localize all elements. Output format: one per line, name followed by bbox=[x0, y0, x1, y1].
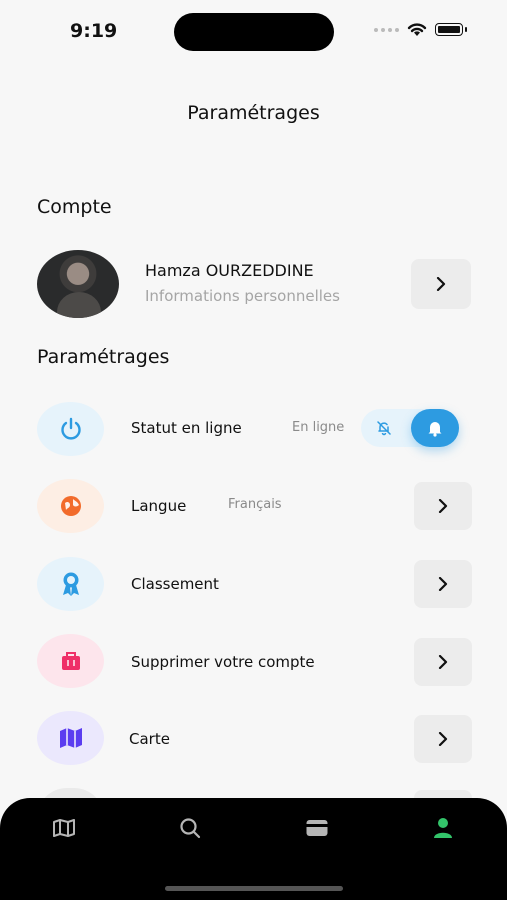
row-value-language: Français bbox=[228, 497, 282, 512]
delete-account-open-button[interactable] bbox=[414, 638, 472, 686]
map-open-button[interactable] bbox=[414, 715, 472, 763]
tab-search[interactable] bbox=[175, 816, 205, 840]
row-label-ranking: Classement bbox=[131, 575, 219, 593]
language-open-button[interactable] bbox=[414, 482, 472, 530]
row-label-language: Langue bbox=[131, 497, 187, 515]
chevron-right-icon bbox=[438, 655, 448, 669]
status-time: 9:19 bbox=[70, 20, 118, 42]
chevron-right-icon bbox=[438, 499, 448, 513]
bell-icon bbox=[428, 422, 442, 437]
row-icon-ranking bbox=[37, 557, 104, 611]
bell-off-icon bbox=[377, 421, 391, 436]
row-icon-delete-account bbox=[37, 634, 104, 688]
wallet-icon bbox=[306, 820, 328, 836]
tab-profile[interactable] bbox=[428, 816, 458, 840]
section-title-settings: Paramétrages bbox=[37, 346, 170, 368]
online-status-toggle[interactable] bbox=[361, 409, 459, 447]
signal-icon bbox=[374, 27, 399, 32]
avatar[interactable] bbox=[37, 250, 119, 318]
row-label-delete-account: Supprimer votre compte bbox=[131, 653, 315, 671]
ranking-open-button[interactable] bbox=[414, 560, 472, 608]
profile-subtitle: Informations personnelles bbox=[145, 287, 340, 305]
status-icons bbox=[374, 22, 467, 37]
user-icon bbox=[434, 818, 452, 838]
chevron-right-icon bbox=[438, 577, 448, 591]
page-title: Paramétrages bbox=[187, 102, 320, 124]
section-title-account: Compte bbox=[37, 196, 112, 218]
tab-map[interactable] bbox=[49, 816, 79, 840]
profile-name: Hamza OURZEDDINE bbox=[145, 261, 314, 280]
map-icon bbox=[59, 728, 82, 748]
tab-wallet[interactable] bbox=[302, 816, 332, 840]
bottom-tab-bar bbox=[0, 798, 507, 900]
row-icon-map bbox=[37, 711, 104, 765]
map-icon bbox=[53, 819, 75, 837]
battery-icon bbox=[435, 23, 463, 36]
wifi-icon bbox=[407, 23, 427, 36]
trash-icon bbox=[61, 652, 80, 670]
globe-icon bbox=[60, 496, 81, 516]
award-icon bbox=[62, 572, 79, 596]
status-bar: 9:19 bbox=[0, 0, 507, 60]
profile-open-button[interactable] bbox=[411, 259, 471, 309]
chevron-right-icon bbox=[438, 732, 448, 746]
row-value-online-status: En ligne bbox=[292, 420, 345, 435]
row-label-online-status: Statut en ligne bbox=[131, 419, 242, 437]
search-icon bbox=[180, 818, 201, 839]
row-icon-language bbox=[37, 479, 104, 533]
power-icon bbox=[60, 417, 81, 440]
toggle-knob[interactable] bbox=[411, 409, 459, 447]
row-icon-online-status bbox=[37, 402, 104, 456]
home-indicator bbox=[165, 886, 343, 891]
chevron-right-icon bbox=[436, 277, 446, 291]
dynamic-island bbox=[174, 13, 334, 51]
row-label-map: Carte bbox=[129, 730, 170, 748]
